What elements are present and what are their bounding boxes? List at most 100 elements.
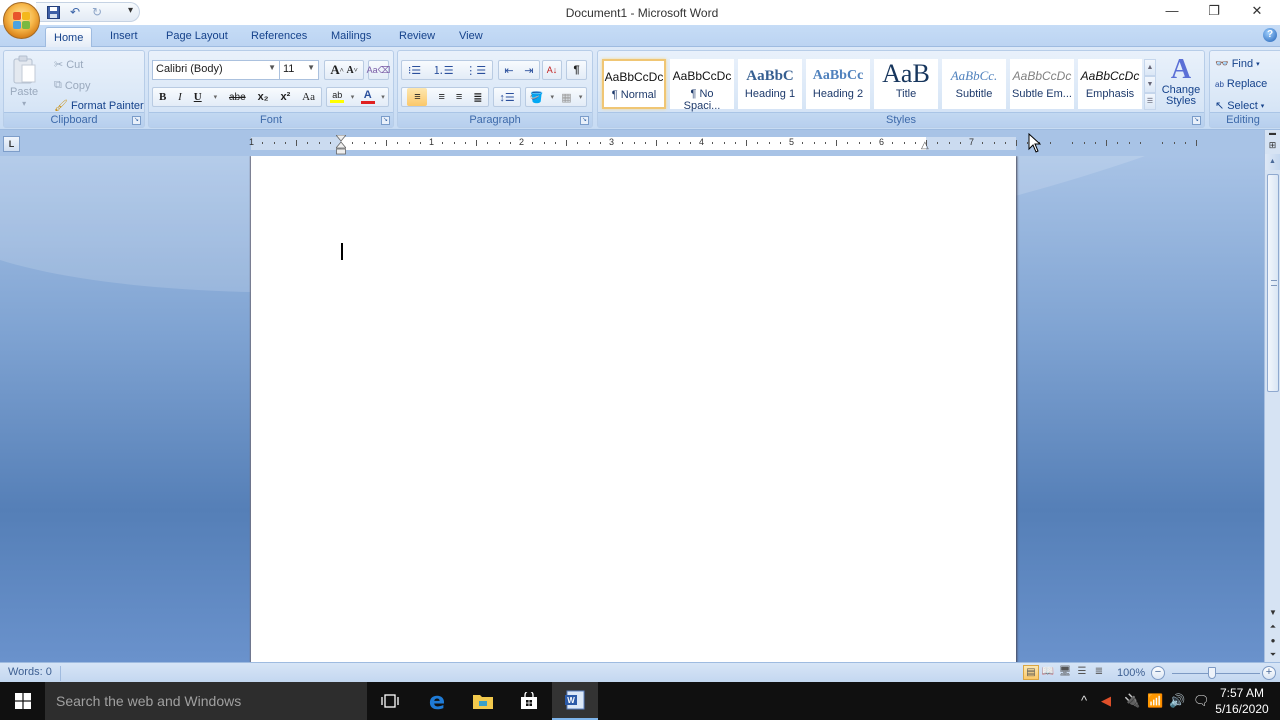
- style-heading-1[interactable]: AaBbC Heading 1: [738, 59, 802, 109]
- word-taskbar-button[interactable]: W: [552, 682, 598, 720]
- ruler-toggle-icon[interactable]: ⊞: [1265, 140, 1280, 154]
- highlight-button[interactable]: ab: [330, 91, 345, 103]
- style-title[interactable]: AaB Title: [874, 59, 938, 109]
- multilevel-list-icon[interactable]: ⋮☰: [465, 64, 486, 77]
- gallery-up-button[interactable]: ▲: [1144, 59, 1156, 76]
- speaker-icon[interactable]: 🔊: [1169, 693, 1185, 709]
- show-hide-button[interactable]: ¶: [566, 60, 587, 80]
- decrease-indent-icon[interactable]: ⇤: [504, 64, 513, 77]
- tab-references[interactable]: References: [243, 29, 315, 47]
- bold-button[interactable]: B: [159, 91, 166, 103]
- volume-alert-icon[interactable]: ◀: [1101, 693, 1111, 709]
- help-icon[interactable]: ?: [1263, 28, 1277, 42]
- strikethrough-button[interactable]: abe: [229, 92, 246, 103]
- edge-taskbar-button[interactable]: e: [414, 682, 460, 720]
- start-button[interactable]: [0, 682, 45, 720]
- tab-mailings[interactable]: Mailings: [323, 29, 379, 47]
- scroll-thumb[interactable]: [1267, 174, 1279, 392]
- shading-icon[interactable]: 🪣: [530, 91, 544, 104]
- find-button[interactable]: 👓 Find ▾: [1215, 57, 1260, 71]
- zoom-in-button[interactable]: +: [1262, 666, 1276, 680]
- power-icon[interactable]: 🔌: [1124, 693, 1140, 709]
- office-button[interactable]: [3, 2, 40, 39]
- style-heading-2[interactable]: AaBbCc Heading 2: [806, 59, 870, 109]
- font-color-button[interactable]: A: [360, 90, 375, 104]
- style-no-spacing[interactable]: AaBbCcDc ¶ No Spaci...: [670, 59, 734, 112]
- style-subtle-emphasis[interactable]: AaBbCcDc Subtle Em...: [1010, 59, 1074, 109]
- tab-review[interactable]: Review: [391, 29, 443, 47]
- change-styles-button[interactable]: A Change Styles: [1160, 55, 1202, 107]
- full-screen-reading-view-button[interactable]: 📖: [1040, 665, 1056, 680]
- subscript-button[interactable]: x₂: [258, 91, 269, 103]
- numbering-icon[interactable]: ⒈☰: [433, 62, 454, 78]
- file-explorer-taskbar-button[interactable]: [460, 682, 506, 720]
- select-browse-object-button[interactable]: ●: [1265, 634, 1280, 648]
- minimize-button[interactable]: —: [1157, 3, 1187, 21]
- clear-formatting-button[interactable]: Aa⌫: [367, 60, 390, 80]
- horizontal-ruler[interactable]: 1 1 2 3 4 5 6 7: [249, 137, 1197, 150]
- word-count[interactable]: Words: 0: [8, 666, 61, 681]
- cut-button[interactable]: ✂ Cut: [54, 58, 83, 72]
- sort-button[interactable]: A↓: [542, 60, 562, 80]
- indent-marker[interactable]: [336, 135, 346, 155]
- split-box[interactable]: ▬: [1265, 130, 1280, 140]
- tab-page-layout[interactable]: Page Layout: [158, 29, 236, 47]
- taskbar-search-box[interactable]: Search the web and Windows: [45, 682, 367, 720]
- underline-button[interactable]: U: [194, 91, 202, 103]
- tab-insert[interactable]: Insert: [102, 29, 146, 47]
- print-layout-view-button[interactable]: ▤: [1023, 665, 1039, 680]
- store-taskbar-button[interactable]: [506, 682, 552, 720]
- draft-view-button[interactable]: ≣: [1091, 665, 1107, 680]
- font-name-combo[interactable]: Calibri (Body) ▼: [152, 60, 280, 80]
- shrink-font-button[interactable]: A: [346, 65, 353, 76]
- paste-button[interactable]: Paste ▾: [10, 55, 38, 108]
- task-view-button[interactable]: [367, 682, 413, 720]
- close-button[interactable]: ✕: [1242, 3, 1272, 21]
- styles-dialog-launcher[interactable]: ↘: [1192, 116, 1201, 125]
- zoom-slider-track[interactable]: [1172, 673, 1260, 674]
- wifi-icon[interactable]: 📶: [1147, 693, 1163, 709]
- web-layout-view-button[interactable]: 🖥: [1057, 665, 1073, 680]
- next-page-button[interactable]: ⏷: [1265, 648, 1280, 662]
- style-subtitle[interactable]: AaBbCc. Subtitle: [942, 59, 1006, 109]
- zoom-out-button[interactable]: −: [1151, 666, 1165, 680]
- align-left-button[interactable]: ≡: [407, 88, 428, 106]
- restore-button[interactable]: ❐: [1199, 3, 1229, 21]
- tab-view[interactable]: View: [451, 29, 491, 47]
- action-center-icon[interactable]: 🗨: [1193, 693, 1210, 709]
- increase-indent-icon[interactable]: ⇥: [524, 64, 533, 77]
- paragraph-dialog-launcher[interactable]: ↘: [580, 116, 589, 125]
- style-emphasis[interactable]: AaBbCcDc Emphasis: [1078, 59, 1142, 109]
- outline-view-button[interactable]: ☰: [1074, 665, 1090, 680]
- previous-page-button[interactable]: ⏶: [1265, 620, 1280, 634]
- copy-button[interactable]: ⧉ Copy: [54, 79, 91, 92]
- change-case-button[interactable]: Aa: [302, 91, 315, 103]
- align-right-button[interactable]: ≡: [456, 91, 462, 103]
- clipboard-dialog-launcher[interactable]: ↘: [132, 116, 141, 125]
- line-spacing-button[interactable]: ↕☰: [493, 87, 521, 107]
- replace-button[interactable]: ab Replace: [1215, 78, 1267, 90]
- right-indent-marker[interactable]: △: [921, 140, 929, 151]
- justify-button[interactable]: ≣: [473, 91, 482, 104]
- align-center-button[interactable]: ≡: [438, 91, 444, 103]
- zoom-level[interactable]: 100%: [1117, 667, 1145, 679]
- borders-icon[interactable]: ▦: [561, 91, 571, 104]
- format-painter-button[interactable]: 🖌 Format Painter: [54, 99, 144, 113]
- vertical-scrollbar[interactable]: ▬ ⊞ ▲ ▼ ⏶ ● ⏷: [1264, 130, 1280, 662]
- tab-home[interactable]: Home: [45, 27, 93, 48]
- gallery-more-button[interactable]: ☰: [1144, 93, 1156, 110]
- gallery-down-button[interactable]: ▼: [1144, 76, 1156, 93]
- style-normal[interactable]: AaBbCcDc ¶ Normal: [602, 59, 666, 109]
- font-size-combo[interactable]: 11 ▼: [279, 60, 319, 80]
- superscript-button[interactable]: x²: [280, 91, 290, 103]
- italic-button[interactable]: I: [178, 91, 182, 103]
- document-page[interactable]: [251, 156, 1016, 662]
- taskbar-clock[interactable]: 7:57 AM 5/16/2020: [1212, 685, 1272, 717]
- bullets-icon[interactable]: ⁝☰: [408, 64, 421, 77]
- scroll-up-button[interactable]: ▲: [1265, 154, 1280, 170]
- tab-stop-selector[interactable]: L: [3, 136, 20, 152]
- scroll-down-button[interactable]: ▼: [1265, 606, 1280, 620]
- show-hidden-icons-button[interactable]: ^: [1081, 693, 1087, 708]
- select-button[interactable]: ↖ Select ▾: [1215, 99, 1264, 113]
- grow-font-button[interactable]: A: [330, 62, 339, 78]
